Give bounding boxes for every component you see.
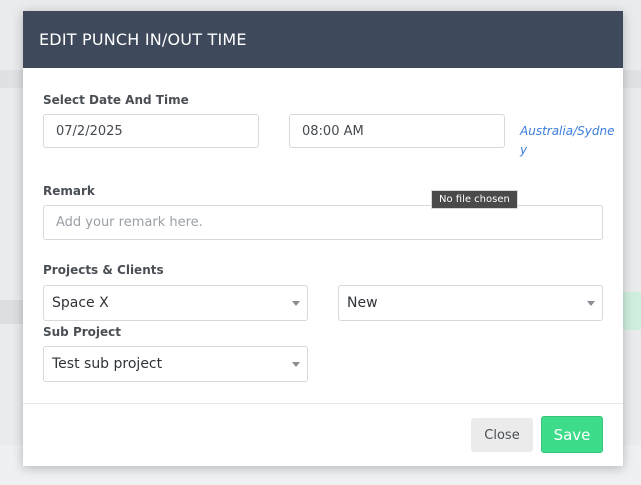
date-time-label: Select Date And Time <box>43 93 189 107</box>
client-select[interactable]: New <box>338 285 603 321</box>
background-accent <box>621 292 641 330</box>
save-button[interactable]: Save <box>541 416 603 453</box>
remark-label: Remark <box>43 184 95 198</box>
time-input[interactable]: 08:00 AM <box>289 114 505 148</box>
footer-divider <box>23 403 623 404</box>
date-input[interactable]: 07/2/2025 <box>43 114 259 148</box>
file-tooltip: No file chosen <box>431 190 518 209</box>
edit-punch-modal: EDIT PUNCH IN/OUT TIME Select Date And T… <box>23 11 623 466</box>
project-select[interactable]: Space X <box>43 285 308 321</box>
remark-input[interactable]: Add your remark here. <box>43 205 603 240</box>
chevron-down-icon <box>292 362 300 367</box>
project-select-value: Space X <box>52 295 109 311</box>
chevron-down-icon <box>587 301 595 306</box>
close-button[interactable]: Close <box>471 418 533 452</box>
sub-project-label: Sub Project <box>43 325 122 339</box>
modal-title: EDIT PUNCH IN/OUT TIME <box>39 30 247 49</box>
sub-project-select[interactable]: Test sub project <box>43 346 308 382</box>
sub-project-select-value: Test sub project <box>52 356 163 372</box>
timezone-link[interactable]: Australia/Sydney <box>520 122 620 160</box>
projects-clients-label: Projects & Clients <box>43 263 164 277</box>
client-select-value: New <box>347 295 378 311</box>
modal-header: EDIT PUNCH IN/OUT TIME <box>23 11 623 68</box>
chevron-down-icon <box>292 301 300 306</box>
